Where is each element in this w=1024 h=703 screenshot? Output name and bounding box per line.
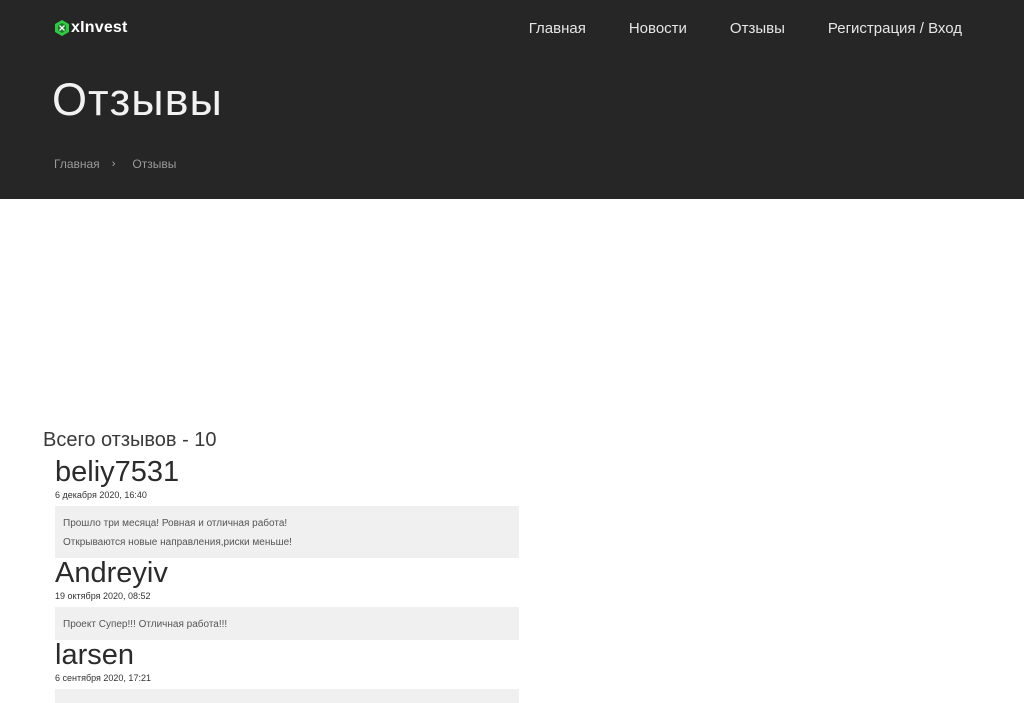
review-item: larsen 6 сентября 2020, 17:21 [55, 638, 519, 703]
review-text: Прошло три месяца! Ровная и отличная раб… [55, 506, 519, 558]
review-text: Проект Супер!!! Отличная работа!!! [55, 607, 519, 640]
review-author: beliy7531 [55, 456, 180, 488]
brand-logo[interactable]: xInvest [54, 19, 128, 37]
review-text [55, 689, 519, 703]
review-date: 6 сентября 2020, 17:21 [55, 673, 151, 683]
page-title: Отзывы [52, 74, 223, 125]
reviews-total: Всего отзывов - 10 [43, 429, 217, 451]
breadcrumb-home-link[interactable]: Главная [54, 157, 100, 171]
breadcrumb: Главная › Отзывы [54, 157, 176, 171]
breadcrumb-separator-icon: › [111, 158, 116, 170]
logo-icon [55, 20, 69, 36]
review-author: Andreyiv [55, 557, 168, 589]
review-text-line: Прошло три месяца! Ровная и отличная раб… [63, 518, 288, 529]
review-text-line: Проект Супер!!! Отличная работа!!! [63, 619, 228, 630]
nav-news-link[interactable]: Новости [629, 19, 687, 39]
review-author: larsen [55, 639, 134, 671]
nav-home-link[interactable]: Главная [529, 19, 586, 39]
brand-name: xInvest [71, 19, 128, 36]
nav-register-login-link[interactable]: Регистрация / Вход [828, 19, 962, 39]
breadcrumb-current: Отзывы [132, 157, 177, 171]
review-item: Andreyiv 19 октября 2020, 08:52 Проект С… [55, 556, 519, 640]
review-text-line: Открываются новые направления,риски мень… [63, 537, 292, 548]
review-date: 19 октября 2020, 08:52 [55, 591, 151, 601]
review-item: beliy7531 6 декабря 2020, 16:40 Прошло т… [55, 455, 519, 558]
page-header: xInvest Главная Новости Отзывы Регистрац… [0, 0, 1024, 199]
review-date: 6 декабря 2020, 16:40 [55, 490, 147, 500]
main-nav: Главная Новости Отзывы Регистрация / Вхо… [486, 19, 962, 39]
nav-reviews-link[interactable]: Отзывы [730, 19, 785, 39]
